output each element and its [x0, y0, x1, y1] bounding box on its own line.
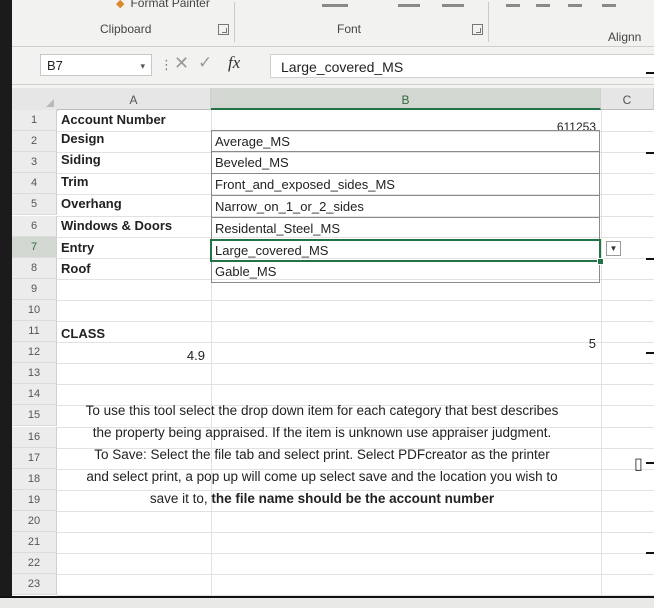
cell-a2[interactable]: Design: [58, 131, 107, 146]
column-header-b[interactable]: B: [211, 88, 601, 110]
chevron-down-icon[interactable]: ▾: [140, 55, 145, 77]
formula-bar: B7 ▾ ⋮ ✕ ✓ fx Large_covered_MS: [12, 48, 654, 85]
select-all-button[interactable]: [12, 88, 58, 111]
cell-a4[interactable]: Trim: [58, 174, 91, 189]
cell-a12[interactable]: 4.9: [58, 348, 208, 363]
cell-b8[interactable]: Gable_MS: [211, 261, 600, 283]
align-control-edge: [602, 4, 616, 7]
row-gridline: [57, 363, 654, 365]
row-header-8[interactable]: 8: [12, 257, 57, 279]
row-header-19[interactable]: 19: [12, 489, 57, 511]
alignment-group-label: Alignn: [608, 30, 642, 44]
group-divider: [488, 2, 489, 42]
row-header-5[interactable]: 5: [12, 194, 57, 216]
row-gridline: [57, 532, 654, 533]
mouse-cursor-icon: ▯: [634, 456, 643, 473]
name-box[interactable]: B7 ▾: [40, 54, 152, 76]
font-group-label: Font: [337, 22, 362, 36]
font-control-edge: [398, 4, 420, 7]
cell-a1[interactable]: Account Number: [58, 110, 169, 130]
row-header-21[interactable]: 21: [12, 532, 57, 554]
row-header-13[interactable]: 13: [12, 363, 57, 385]
bezel-mark: [646, 258, 654, 260]
enter-check-icon[interactable]: ✓: [198, 53, 212, 73]
row-gridline: [57, 574, 654, 576]
name-box-value: B7: [47, 58, 63, 73]
row-header-6[interactable]: 6: [12, 215, 57, 237]
clipboard-group-label: Clipboard: [100, 22, 152, 36]
row-header-17[interactable]: 17: [12, 447, 57, 469]
cell-a8[interactable]: Roof: [58, 261, 94, 276]
row-header-16[interactable]: 16: [12, 426, 57, 448]
column-header-c[interactable]: C: [601, 88, 654, 110]
instructions-emphasis: the file name should be the account numb…: [211, 491, 495, 506]
row-header-14[interactable]: 14: [12, 384, 57, 406]
list-dropdown-button[interactable]: ▼: [606, 241, 621, 256]
row-header-3[interactable]: 3: [12, 152, 57, 174]
ribbon: ◆ Format Painter Clipboard Font Alignn: [12, 0, 654, 47]
worksheet-grid[interactable]: A B C 1 2 3 4 5 6 7 8 9 10 11 12 13 14 15 16 17 18 19 20 21 2…: [12, 88, 654, 596]
row-header-18[interactable]: 18: [12, 468, 57, 490]
row-header-15[interactable]: 15: [12, 405, 57, 427]
row-header-9[interactable]: 9: [12, 278, 57, 300]
fill-handle[interactable]: [597, 258, 604, 265]
cell-b6[interactable]: Residental_Steel_MS: [211, 218, 600, 240]
chevron-down-icon: ▼: [609, 244, 618, 253]
cell-b3[interactable]: Beveled_MS: [211, 152, 600, 174]
cell-b2[interactable]: Average_MS: [211, 130, 600, 152]
bezel-mark: [646, 352, 654, 354]
row-header-10[interactable]: 10: [12, 299, 57, 321]
row-gridline: [57, 384, 654, 386]
cell-a6[interactable]: Windows & Doors: [58, 218, 175, 233]
row-gridline: [57, 510, 654, 512]
font-dialog-launcher-icon[interactable]: [472, 24, 483, 35]
format-painter-label: Format Painter: [130, 0, 210, 10]
format-painter-button[interactable]: ◆ Format Painter: [116, 0, 210, 10]
column-header-a[interactable]: A: [57, 88, 211, 110]
cell-b11[interactable]: 5: [211, 336, 599, 351]
row-header-11[interactable]: 11: [12, 321, 57, 343]
instructions-text: To use this tool select the drop down it…: [52, 400, 592, 510]
row-header-4[interactable]: 4: [12, 173, 57, 195]
column-gridline: [601, 110, 602, 596]
row-header-1[interactable]: 1: [12, 110, 57, 132]
active-cell-border: [210, 239, 601, 262]
formula-input[interactable]: Large_covered_MS: [270, 54, 654, 78]
bezel-mark: [646, 552, 654, 554]
group-divider: [234, 2, 235, 42]
bezel-mark: [646, 462, 654, 464]
row-header-7[interactable]: 7: [12, 236, 57, 258]
cancel-icon[interactable]: ✕: [174, 53, 189, 74]
cell-a5[interactable]: Overhang: [58, 196, 125, 211]
cell-a3[interactable]: Siding: [58, 152, 104, 167]
cell-b5[interactable]: Narrow_on_1_or_2_sides: [211, 196, 600, 218]
insert-function-icon[interactable]: fx: [228, 53, 240, 73]
align-control-edge: [568, 4, 582, 7]
row-header-23[interactable]: 23: [12, 574, 57, 596]
font-control-edge: [442, 4, 464, 7]
row-header-2[interactable]: 2: [12, 131, 57, 153]
row-gridline: [57, 553, 654, 555]
clipboard-dialog-launcher-icon[interactable]: [218, 24, 229, 35]
bezel-mark: [646, 152, 654, 154]
font-control-edge: [322, 4, 348, 7]
row-header-22[interactable]: 22: [12, 553, 57, 575]
bezel-mark: [646, 72, 654, 74]
row-gridline: [57, 321, 654, 322]
paintbrush-icon: ◆: [116, 0, 125, 10]
cell-b4[interactable]: Front_and_exposed_sides_MS: [211, 174, 600, 196]
align-control-edge: [536, 4, 550, 7]
screen-bezel: [0, 0, 12, 606]
row-header-12[interactable]: 12: [12, 342, 57, 364]
cell-a11[interactable]: CLASS: [58, 326, 108, 341]
align-control-edge: [506, 4, 520, 7]
row-header-20[interactable]: 20: [12, 510, 57, 532]
more-options-icon[interactable]: ⋮: [160, 57, 173, 73]
cell-a7[interactable]: Entry: [58, 240, 97, 255]
screen-bezel-bottom: [0, 596, 654, 608]
row-gridline: [57, 299, 654, 301]
